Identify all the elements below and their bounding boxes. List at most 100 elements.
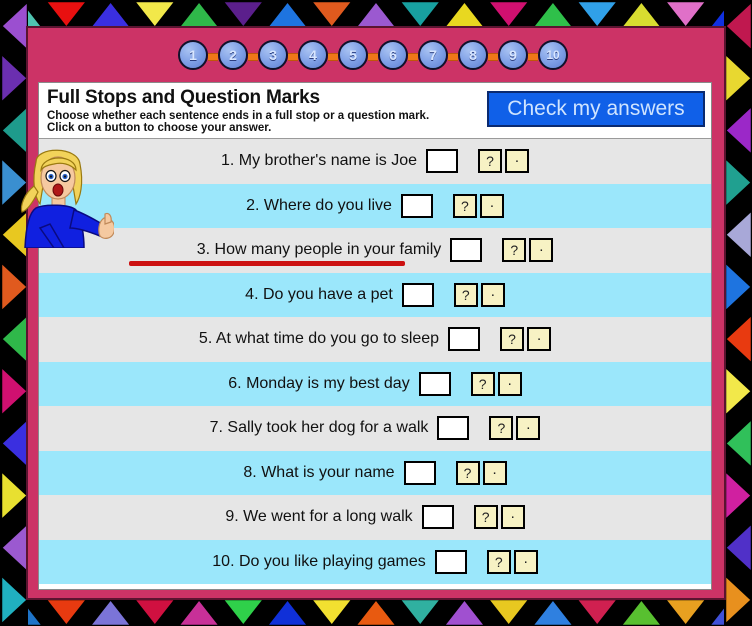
full-stop-button-8[interactable]: . bbox=[482, 460, 507, 485]
question-mark-button-10[interactable]: ? bbox=[486, 549, 511, 574]
question-text: 10. Do you like playing games bbox=[212, 552, 426, 570]
nav-node-5[interactable]: 5 bbox=[338, 40, 368, 70]
question-text: 7. Sally took her dog for a walk bbox=[209, 419, 429, 437]
question-row: 8. What is your name?. bbox=[39, 450, 711, 495]
question-text: 1. My brother's name is Joe bbox=[220, 152, 418, 170]
nav-node-label: 6 bbox=[389, 47, 397, 63]
full-stop-button-2[interactable]: . bbox=[479, 193, 504, 218]
answer-buttons: ?. bbox=[473, 505, 525, 530]
worksheet-header: Full Stops and Question Marks Choose whe… bbox=[39, 83, 711, 139]
nav-node-label: 2 bbox=[229, 47, 237, 63]
nav-node-label: 10 bbox=[546, 48, 560, 62]
question-navigation: 1 2 3 4 5 6 7 8 9 10 bbox=[178, 40, 578, 72]
question-row: 5. At what time do you go to sleep?. bbox=[39, 317, 711, 362]
chain-connector bbox=[368, 53, 378, 61]
nav-node-2[interactable]: 2 bbox=[218, 40, 248, 70]
answer-buttons: ?. bbox=[502, 238, 554, 263]
instruction-line-2: Click on a button to choose your answer. bbox=[47, 122, 272, 134]
answer-input-7[interactable] bbox=[437, 416, 470, 441]
cartoon-girl-pointing-icon bbox=[20, 149, 114, 248]
nav-node-3[interactable]: 3 bbox=[258, 40, 288, 70]
answer-buttons: ?. bbox=[470, 371, 522, 396]
nav-node-4[interactable]: 4 bbox=[298, 40, 328, 70]
nav-node-9[interactable]: 9 bbox=[498, 40, 528, 70]
question-row: 10. Do you like playing games?. bbox=[39, 539, 711, 584]
chain-connector bbox=[288, 53, 298, 61]
nav-node-label: 1 bbox=[189, 47, 197, 63]
question-row: 9. We went for a long walk?. bbox=[39, 495, 711, 540]
answer-input-5[interactable] bbox=[448, 327, 481, 352]
border-top bbox=[0, 0, 752, 28]
answer-buttons: ?. bbox=[452, 193, 504, 218]
nav-node-label: 9 bbox=[509, 47, 517, 63]
question-row: 1. My brother's name is Joe?. bbox=[39, 139, 711, 184]
question-mark-button-7[interactable]: ? bbox=[489, 416, 514, 441]
answer-input-8[interactable] bbox=[403, 460, 436, 485]
question-text: 3. How many people in your family bbox=[196, 241, 442, 259]
question-mark-button-6[interactable]: ? bbox=[470, 371, 495, 396]
question-mark-button-1[interactable]: ? bbox=[478, 149, 503, 174]
full-stop-button-9[interactable]: . bbox=[500, 505, 525, 530]
question-text: 9. We went for a long walk bbox=[225, 508, 413, 526]
question-text: 8. What is your name bbox=[243, 463, 395, 481]
question-text: 2. Where do you live bbox=[246, 196, 392, 214]
nav-node-1[interactable]: 1 bbox=[178, 40, 208, 70]
border-right bbox=[724, 0, 752, 626]
question-row: 2. Where do you live?. bbox=[39, 183, 711, 228]
nav-node-8[interactable]: 8 bbox=[458, 40, 488, 70]
question-row: 6. Monday is my best day?. bbox=[39, 361, 711, 406]
answer-buttons: ?. bbox=[455, 460, 507, 485]
full-stop-button-6[interactable]: . bbox=[497, 371, 522, 396]
answer-input-4[interactable] bbox=[401, 282, 434, 307]
chain-connector bbox=[408, 53, 418, 61]
question-mark-button-2[interactable]: ? bbox=[452, 193, 477, 218]
full-stop-button-7[interactable]: . bbox=[516, 416, 541, 441]
question-mark-button-9[interactable]: ? bbox=[473, 505, 498, 530]
content-panel: Full Stops and Question Marks Choose whe… bbox=[38, 82, 712, 590]
nav-node-label: 7 bbox=[429, 47, 437, 63]
chain-connector bbox=[248, 53, 258, 61]
question-row: 4. Do you have a pet?. bbox=[39, 272, 711, 317]
chain-connector bbox=[208, 53, 218, 61]
border-left bbox=[0, 0, 28, 626]
answer-input-9[interactable] bbox=[421, 505, 454, 530]
chain-connector bbox=[488, 53, 498, 61]
answer-buttons: ?. bbox=[486, 549, 538, 574]
nav-node-label: 5 bbox=[349, 47, 357, 63]
nav-node-label: 8 bbox=[469, 47, 477, 63]
question-text: 6. Monday is my best day bbox=[228, 374, 410, 392]
nav-node-label: 3 bbox=[269, 47, 277, 63]
chain-connector bbox=[528, 53, 538, 61]
border-bottom bbox=[0, 598, 752, 626]
question-mark-button-3[interactable]: ? bbox=[502, 238, 527, 263]
full-stop-button-5[interactable]: . bbox=[527, 327, 552, 352]
question-row: 7. Sally took her dog for a walk?. bbox=[39, 406, 711, 451]
answer-buttons: ?. bbox=[500, 327, 552, 352]
answer-input-1[interactable] bbox=[426, 149, 459, 174]
question-text: 4. Do you have a pet bbox=[245, 285, 393, 303]
answer-buttons: ?. bbox=[453, 282, 505, 307]
page-title: Full Stops and Question Marks bbox=[47, 87, 320, 108]
full-stop-button-10[interactable]: . bbox=[513, 549, 538, 574]
nav-node-6[interactable]: 6 bbox=[378, 40, 408, 70]
question-mark-button-4[interactable]: ? bbox=[453, 282, 478, 307]
answer-input-10[interactable] bbox=[434, 549, 467, 574]
check-answers-button[interactable]: Check my answers bbox=[487, 91, 705, 127]
answer-buttons: ?. bbox=[489, 416, 541, 441]
answer-input-6[interactable] bbox=[418, 371, 451, 396]
question-list: 1. My brother's name is Joe?. 2. Where do… bbox=[39, 139, 711, 584]
question-mark-button-8[interactable]: ? bbox=[455, 460, 480, 485]
instruction-line-1: Choose whether each sentence ends in a f… bbox=[47, 110, 430, 122]
nav-node-label: 4 bbox=[309, 47, 317, 63]
full-stop-button-3[interactable]: . bbox=[529, 238, 554, 263]
nav-node-10[interactable]: 10 bbox=[538, 40, 568, 70]
question-text: 5. At what time do you go to sleep bbox=[198, 330, 440, 348]
answer-buttons: ?. bbox=[478, 149, 530, 174]
app-window: 1 2 3 4 5 6 7 8 9 10 Full Stops and Question Mark… bbox=[0, 0, 752, 626]
full-stop-button-1[interactable]: . bbox=[505, 149, 530, 174]
full-stop-button-4[interactable]: . bbox=[480, 282, 505, 307]
answer-input-3[interactable] bbox=[450, 238, 483, 263]
question-mark-button-5[interactable]: ? bbox=[500, 327, 525, 352]
nav-node-7[interactable]: 7 bbox=[418, 40, 448, 70]
answer-input-2[interactable] bbox=[400, 193, 433, 218]
